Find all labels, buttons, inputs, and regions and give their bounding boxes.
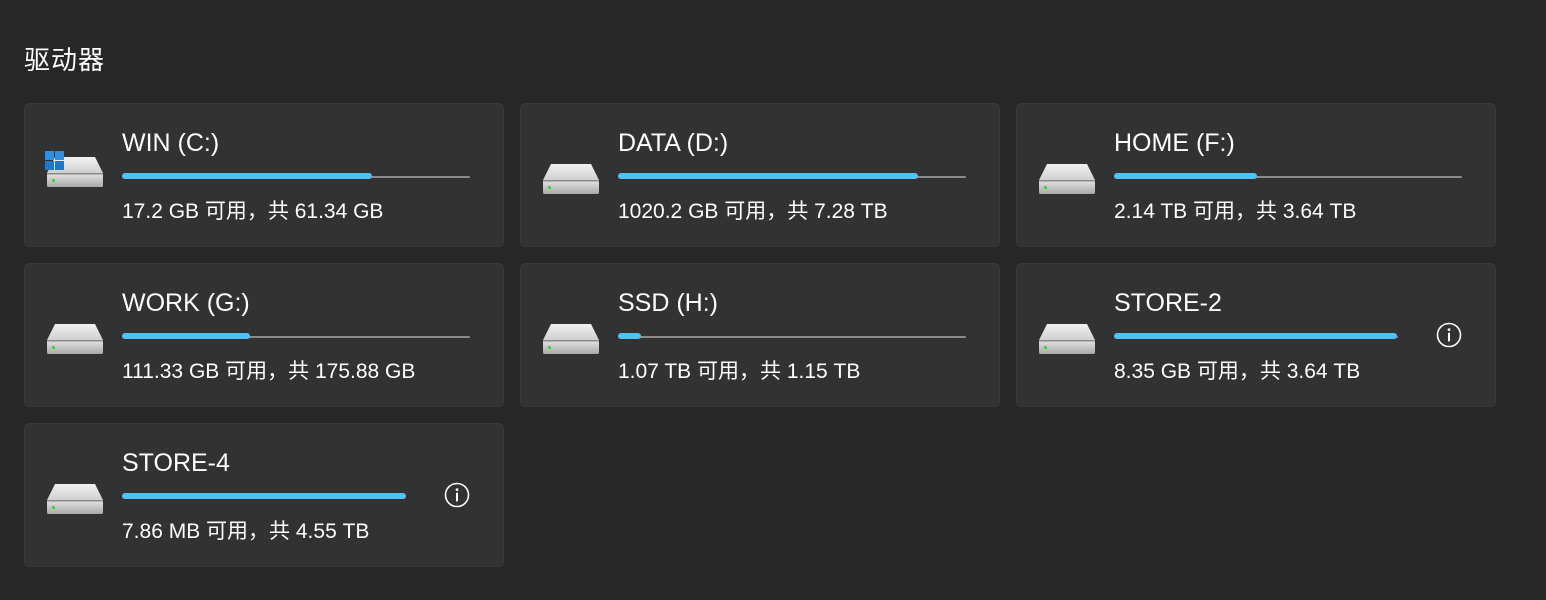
- drive-name: SSD (H:): [618, 289, 718, 317]
- drives-grid: WIN (C:) 17.2 GB 可用，共 61.34 GB DATA (D:)…: [24, 103, 1496, 567]
- drive-usage-bar: [618, 173, 966, 181]
- drive-name: STORE-4: [122, 449, 230, 477]
- drive-usage-bar: [1114, 333, 1398, 341]
- drive-name: HOME (F:): [1114, 129, 1235, 157]
- info-icon[interactable]: [1435, 321, 1463, 349]
- drive-name: WIN (C:): [122, 129, 220, 157]
- hard-drive-icon: [47, 484, 103, 514]
- drive-capacity-text: 2.14 TB 可用，共 3.64 TB: [1114, 200, 1357, 223]
- drive-name: WORK (G:): [122, 289, 250, 317]
- drive-card[interactable]: WIN (C:) 17.2 GB 可用，共 61.34 GB: [24, 103, 504, 247]
- drive-usage-bar: [122, 333, 470, 341]
- drive-card[interactable]: SSD (H:) 1.07 TB 可用，共 1.15 TB: [520, 263, 1000, 407]
- drive-usage-bar: [122, 173, 470, 181]
- drives-section-title: 驱动器: [24, 45, 106, 75]
- drive-usage-bar: [1114, 173, 1462, 181]
- drive-name: STORE-2: [1114, 289, 1222, 317]
- drive-capacity-text: 8.35 GB 可用，共 3.64 TB: [1114, 360, 1361, 383]
- info-icon[interactable]: [443, 481, 471, 509]
- drive-card[interactable]: WORK (G:) 111.33 GB 可用，共 175.88 GB: [24, 263, 504, 407]
- drive-card[interactable]: STORE-2 8.35 GB 可用，共 3.64 TB: [1016, 263, 1496, 407]
- drive-card[interactable]: DATA (D:) 1020.2 GB 可用，共 7.28 TB: [520, 103, 1000, 247]
- hard-drive-icon: [47, 324, 103, 354]
- drive-name: DATA (D:): [618, 129, 729, 157]
- hard-drive-icon: [543, 164, 599, 194]
- drive-usage-bar: [122, 493, 406, 501]
- drive-capacity-text: 1020.2 GB 可用，共 7.28 TB: [618, 200, 888, 223]
- drive-capacity-text: 17.2 GB 可用，共 61.34 GB: [122, 200, 384, 223]
- drive-capacity-text: 1.07 TB 可用，共 1.15 TB: [618, 360, 861, 383]
- hard-drive-icon: [45, 151, 103, 187]
- hard-drive-icon: [1039, 164, 1095, 194]
- hard-drive-icon: [1039, 324, 1095, 354]
- drive-capacity-text: 111.33 GB 可用，共 175.88 GB: [122, 360, 416, 383]
- drive-usage-bar: [618, 333, 966, 341]
- hard-drive-icon: [543, 324, 599, 354]
- drive-capacity-text: 7.86 MB 可用，共 4.55 TB: [122, 520, 370, 543]
- drive-card[interactable]: STORE-4 7.86 MB 可用，共 4.55 TB: [24, 423, 504, 567]
- drive-card[interactable]: HOME (F:) 2.14 TB 可用，共 3.64 TB: [1016, 103, 1496, 247]
